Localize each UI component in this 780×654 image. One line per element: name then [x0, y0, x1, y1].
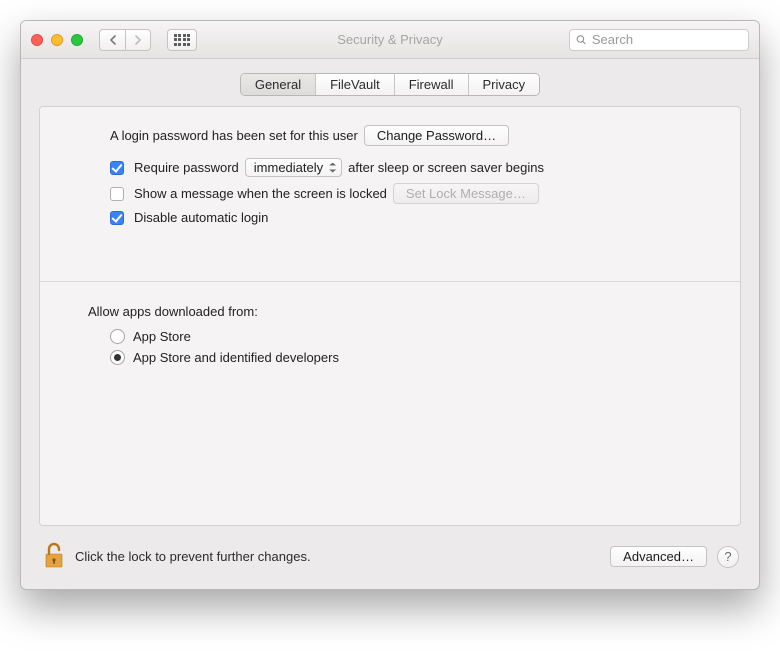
require-password-suffix: after sleep or screen saver begins — [348, 160, 544, 175]
zoom-window-button[interactable] — [71, 34, 83, 46]
require-password-row: Require password immediately after sleep… — [110, 158, 720, 177]
show-message-checkbox[interactable] — [110, 187, 124, 201]
back-button[interactable] — [99, 29, 125, 51]
close-window-button[interactable] — [31, 34, 43, 46]
panel-divider — [40, 281, 740, 282]
login-password-text: A login password has been set for this u… — [110, 128, 358, 143]
radio-app-store-identified-label: App Store and identified developers — [133, 350, 339, 365]
show-all-button[interactable] — [167, 29, 197, 51]
advanced-button[interactable]: Advanced… — [610, 546, 707, 567]
lock-text: Click the lock to prevent further change… — [75, 549, 311, 564]
require-password-checkbox[interactable] — [110, 161, 124, 175]
radio-app-store-identified[interactable] — [110, 350, 125, 365]
change-password-button[interactable]: Change Password… — [364, 125, 509, 146]
chevron-left-icon — [109, 35, 117, 45]
help-icon: ? — [724, 549, 731, 564]
tab-privacy[interactable]: Privacy — [469, 74, 540, 95]
radio-app-store[interactable] — [110, 329, 125, 344]
radio-app-store-label: App Store — [133, 329, 191, 344]
footer: Click the lock to prevent further change… — [21, 540, 759, 589]
tabs: General FileVault Firewall Privacy — [240, 73, 540, 96]
titlebar: Security & Privacy — [21, 21, 759, 59]
search-field-wrap[interactable] — [569, 29, 749, 51]
tab-filevault[interactable]: FileVault — [316, 74, 395, 95]
search-icon — [576, 34, 587, 46]
tab-general[interactable]: General — [241, 74, 316, 95]
login-password-row: A login password has been set for this u… — [110, 125, 720, 146]
disable-auto-login-label: Disable automatic login — [134, 210, 268, 225]
chevron-right-icon — [134, 35, 142, 45]
require-password-delay-select[interactable]: immediately — [245, 158, 342, 177]
nav-buttons — [99, 29, 151, 51]
login-options: Require password immediately after sleep… — [110, 158, 720, 231]
traffic-lights — [31, 34, 83, 46]
radio-app-store-identified-row: App Store and identified developers — [110, 350, 720, 365]
set-lock-message-button[interactable]: Set Lock Message… — [393, 183, 539, 204]
forward-button[interactable] — [125, 29, 151, 51]
lock-icon[interactable] — [41, 540, 65, 573]
show-message-row: Show a message when the screen is locked… — [110, 183, 720, 204]
minimize-window-button[interactable] — [51, 34, 63, 46]
preferences-window: Security & Privacy General FileVault Fir… — [20, 20, 760, 590]
tabs-row: General FileVault Firewall Privacy — [21, 59, 759, 106]
help-button[interactable]: ? — [717, 546, 739, 568]
tab-firewall[interactable]: Firewall — [395, 74, 469, 95]
search-input[interactable] — [592, 32, 742, 47]
radio-app-store-row: App Store — [110, 329, 720, 344]
show-message-label: Show a message when the screen is locked — [134, 186, 387, 201]
disable-auto-login-checkbox[interactable] — [110, 211, 124, 225]
grid-icon — [174, 34, 191, 46]
require-password-label: Require password — [134, 160, 239, 175]
general-panel: A login password has been set for this u… — [39, 106, 741, 526]
require-password-delay-value: immediately — [254, 160, 323, 175]
allow-apps-heading: Allow apps downloaded from: — [88, 304, 720, 319]
disable-auto-login-row: Disable automatic login — [110, 210, 720, 225]
